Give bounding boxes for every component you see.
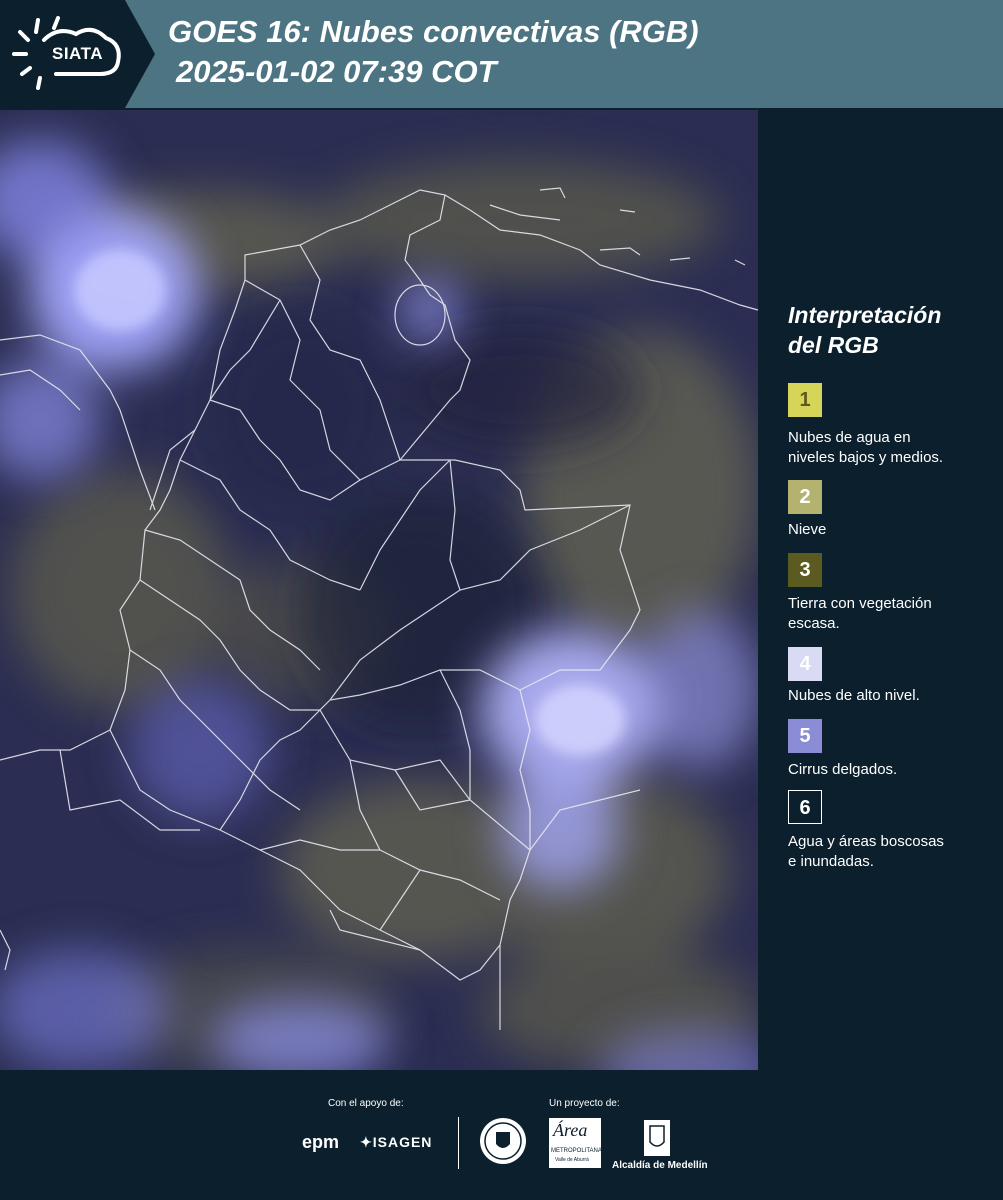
- isagen-logo: ✦ISAGEN: [360, 1134, 432, 1151]
- satellite-image: [0, 110, 780, 1110]
- legend-label-1: Nubes de agua en niveles bajos y medios.: [788, 428, 998, 468]
- footer-bar: Con el apoyo de: Un proyecto de: epm ✦IS…: [0, 1072, 1003, 1200]
- siata-logo: SIATA: [0, 0, 155, 108]
- legend-swatch-1: 1: [788, 383, 822, 417]
- legend-swatch-5: 5: [788, 719, 822, 753]
- alcaldia-shield-icon: [644, 1120, 670, 1156]
- medellin-seal-icon: [480, 1118, 526, 1164]
- legend-label-2: Nieve: [788, 520, 998, 540]
- header-bar: SIATA GOES 16: Nubes convectivas (RGB) 2…: [0, 0, 1003, 108]
- legend-label-4: Nubes de alto nivel.: [788, 686, 998, 706]
- legend-label-6-line1: Agua y áreas boscosas: [788, 833, 944, 850]
- legend-label-1-line2: niveles bajos y medios.: [788, 449, 944, 466]
- legend-label-4-line1: Nubes de alto nivel.: [788, 687, 920, 704]
- area-metropolitana-logo: Área METROPOLITANA Valle de Aburrá: [549, 1118, 602, 1168]
- legend-label-5: Cirrus delgados.: [788, 760, 998, 780]
- area-logo-line2: METROPOLITANA: [551, 1148, 602, 1154]
- legend-label-3-line2: escasa.: [788, 615, 840, 632]
- area-logo-line3: Valle de Aburrá: [555, 1157, 589, 1163]
- legend-label-3-line1: Tierra con vegetación: [788, 595, 932, 612]
- legend-title-line2: del RGB: [788, 332, 879, 358]
- satellite-map: [0, 110, 780, 1110]
- epm-logo: epm: [302, 1132, 340, 1152]
- legend-title: Interpretación del RGB: [788, 300, 988, 360]
- siata-logo-text: SIATA: [52, 44, 103, 63]
- legend-swatch-2: 2: [788, 480, 822, 514]
- legend-panel: Interpretación del RGB 1 Nubes de agua e…: [760, 110, 1003, 1070]
- legend-swatch-4: 4: [788, 647, 822, 681]
- legend-label-3: Tierra con vegetación escasa.: [788, 594, 998, 634]
- isagen-logo-text: ISAGEN: [372, 1134, 433, 1150]
- legend-title-line1: Interpretación: [788, 302, 942, 328]
- project-caption: Un proyecto de:: [549, 1098, 620, 1109]
- area-logo-title: Área: [553, 1120, 588, 1140]
- isagen-star-icon: ✦: [360, 1134, 373, 1150]
- legend-label-1-line1: Nubes de agua en: [788, 429, 911, 446]
- support-caption: Con el apoyo de:: [328, 1098, 404, 1109]
- page-timestamp: 2025-01-02 07:39 COT: [176, 54, 497, 89]
- legend-label-2-line1: Nieve: [788, 521, 827, 538]
- alcaldia-logo-text: Alcaldía de Medellín: [612, 1160, 708, 1171]
- legend-label-6-line2: e inundadas.: [788, 853, 874, 870]
- legend-label-6: Agua y áreas boscosas e inundadas.: [788, 832, 998, 872]
- legend-swatch-3: 3: [788, 553, 822, 587]
- legend-label-5-line1: Cirrus delgados.: [788, 761, 898, 778]
- footer-divider: [458, 1117, 459, 1169]
- legend-swatch-6: 6: [788, 790, 822, 824]
- page-title: GOES 16: Nubes convectivas (RGB): [168, 14, 699, 49]
